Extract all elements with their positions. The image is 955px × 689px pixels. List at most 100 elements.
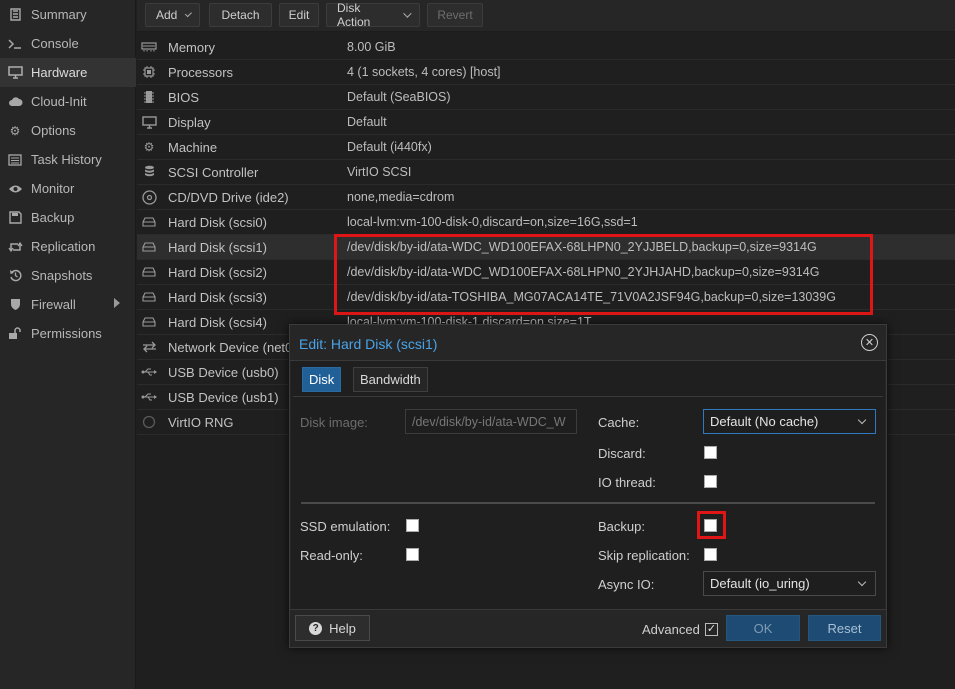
tab-panel-disk: Disk image: /dev/disk/by-id/ata-WDC_W Ca… <box>293 396 883 609</box>
hdd-icon <box>141 214 157 230</box>
list-icon <box>7 152 23 168</box>
tab-bandwidth[interactable]: Bandwidth <box>353 367 428 392</box>
sidebar-item-task-history[interactable]: Task History <box>0 145 136 174</box>
ssd-emulation-checkbox[interactable] <box>406 519 419 532</box>
detach-button[interactable]: Detach <box>209 3 272 27</box>
microchip-icon <box>141 89 157 105</box>
io-thread-checkbox[interactable] <box>704 475 717 488</box>
reset-button[interactable]: Reset <box>808 615 881 641</box>
sidebar: Summary Console Hardware Cloud-Init ⚙ Op… <box>0 0 136 689</box>
ok-button[interactable]: OK <box>726 615 800 641</box>
table-row[interactable]: ⚙ Machine Default (i440fx) <box>137 135 955 160</box>
sidebar-item-label: Replication <box>31 239 96 254</box>
edit-hard-disk-dialog: Edit: Hard Disk (scsi1) ✕ Disk Bandwidth… <box>289 324 887 648</box>
skip-replication-label: Skip replication: <box>598 548 690 563</box>
sidebar-item-label: Cloud-Init <box>31 94 87 109</box>
sidebar-item-label: Backup <box>31 210 75 225</box>
add-button[interactable]: Add <box>145 3 200 27</box>
highlight-box-backup <box>697 511 726 539</box>
sidebar-item-label: Snapshots <box>31 268 93 283</box>
sidebar-item-permissions[interactable]: Permissions <box>0 319 136 348</box>
table-row[interactable]: Processors 4 (1 sockets, 4 cores) [host] <box>137 60 955 85</box>
sidebar-item-hardware[interactable]: Hardware <box>0 58 136 87</box>
sidebar-item-label: Task History <box>31 152 102 167</box>
read-only-label: Read-only: <box>300 548 363 563</box>
table-row[interactable]: BIOS Default (SeaBIOS) <box>137 85 955 110</box>
sidebar-item-backup[interactable]: Backup <box>0 203 136 232</box>
retweet-icon <box>7 239 23 255</box>
floppy-icon <box>7 210 23 226</box>
async-io-label: Async IO: <box>598 577 655 592</box>
exchange-icon <box>141 339 157 355</box>
sidebar-item-label: Permissions <box>31 326 102 341</box>
async-io-select[interactable]: Default (io_uring) <box>703 571 876 596</box>
edit-button[interactable]: Edit <box>279 3 319 27</box>
rng-icon <box>141 414 157 430</box>
cdrom-icon <box>141 189 157 205</box>
cache-label: Cache: <box>598 415 640 430</box>
discard-label: Discard: <box>598 446 646 461</box>
cogs-icon: ⚙ <box>143 140 155 154</box>
unlock-icon <box>7 326 23 342</box>
dialog-footer: ? Help Advanced ✓ OK Reset <box>290 609 886 647</box>
chevron-down-icon <box>185 10 193 17</box>
memory-icon <box>141 39 157 55</box>
hdd-icon <box>141 264 157 280</box>
sidebar-item-label: Monitor <box>31 181 75 196</box>
usb-icon <box>141 389 157 405</box>
usb-icon <box>141 364 157 380</box>
io-thread-label: IO thread: <box>598 475 656 490</box>
advanced-label: Advanced <box>642 622 700 637</box>
cache-select[interactable]: Default (No cache) <box>703 409 876 434</box>
desktop-icon <box>141 114 157 130</box>
dialog-title: Edit: Hard Disk (scsi1) <box>299 336 438 352</box>
sidebar-item-snapshots[interactable]: Snapshots <box>0 261 136 290</box>
chevron-down-icon <box>857 577 867 587</box>
help-button[interactable]: ? Help <box>295 615 370 641</box>
table-row[interactable]: CD/DVD Drive (ide2) none,media=cdrom <box>137 185 955 210</box>
console-icon <box>7 36 23 52</box>
table-row[interactable]: Display Default <box>137 110 955 135</box>
disk-image-field: /dev/disk/by-id/ata-WDC_W <box>405 409 577 434</box>
sidebar-item-monitor[interactable]: Monitor <box>0 174 136 203</box>
hdd-icon <box>141 239 157 255</box>
eye-icon <box>7 181 23 197</box>
skip-replication-checkbox[interactable] <box>704 548 717 561</box>
close-icon[interactable]: ✕ <box>861 334 878 351</box>
table-row[interactable]: Hard Disk (scsi0) local-lvm:vm-100-disk-… <box>137 210 955 235</box>
chevron-down-icon <box>403 9 412 18</box>
table-row[interactable]: Memory 8.00 GiB <box>137 35 955 60</box>
question-circle-icon: ? <box>309 621 323 635</box>
shield-icon <box>7 297 23 313</box>
dialog-header: Edit: Hard Disk (scsi1) ✕ <box>290 325 886 361</box>
sidebar-item-label: Summary <box>31 7 87 22</box>
sidebar-item-console[interactable]: Console <box>0 29 136 58</box>
backup-label: Backup: <box>598 519 645 534</box>
advanced-checkbox[interactable]: ✓ <box>705 623 718 636</box>
sidebar-item-summary[interactable]: Summary <box>0 0 136 29</box>
expand-arrow-icon[interactable] <box>114 298 120 308</box>
chevron-down-icon <box>857 415 867 425</box>
revert-button[interactable]: Revert <box>427 3 483 27</box>
sidebar-item-label: Options <box>31 123 76 138</box>
sidebar-item-replication[interactable]: Replication <box>0 232 136 261</box>
sidebar-item-cloud-init[interactable]: Cloud-Init <box>0 87 136 116</box>
cloud-icon <box>7 94 23 110</box>
tab-disk[interactable]: Disk <box>302 367 342 392</box>
highlight-box-disks <box>334 234 873 315</box>
sidebar-item-firewall[interactable]: Firewall <box>0 290 136 319</box>
discard-checkbox[interactable] <box>704 446 717 459</box>
hdd-icon <box>141 289 157 305</box>
table-row[interactable]: SCSI Controller VirtIO SCSI <box>137 160 955 185</box>
ssd-emulation-label: SSD emulation: <box>300 519 391 534</box>
disk-image-label: Disk image: <box>300 415 368 430</box>
sidebar-item-options[interactable]: ⚙ Options <box>0 116 136 145</box>
sidebar-item-label: Hardware <box>31 65 88 80</box>
disk-action-button[interactable]: Disk Action <box>326 1 420 29</box>
database-icon <box>141 164 157 180</box>
read-only-checkbox[interactable] <box>406 548 419 561</box>
toolbar: Add Detach Edit Disk Action Revert <box>137 0 955 32</box>
hdd-icon <box>141 314 157 330</box>
history-icon <box>7 268 23 284</box>
summary-icon <box>7 7 23 23</box>
